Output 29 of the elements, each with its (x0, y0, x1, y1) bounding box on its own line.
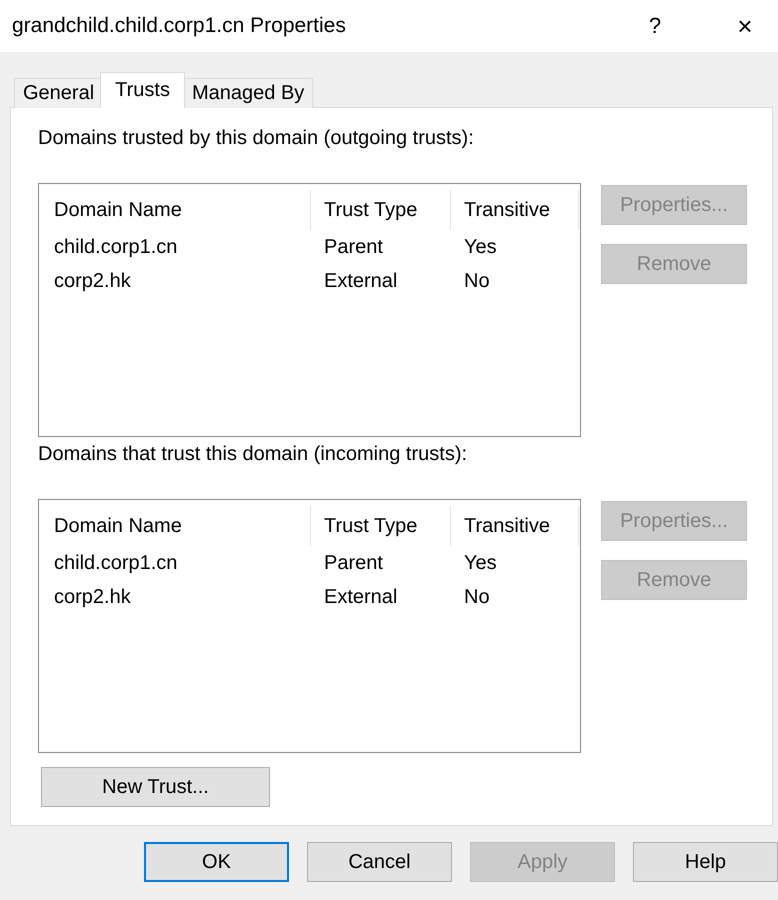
table-cell: External (324, 586, 398, 608)
table-cell: External (324, 270, 398, 292)
dialog-button[interactable]: Cancel (307, 842, 452, 882)
column-header[interactable]: Domain Name (39, 506, 311, 546)
column-header[interactable]: Trust Type (311, 506, 451, 546)
section-label: Domains that trust this domain (incoming trusts): (38, 442, 468, 466)
table-cell: Parent (324, 236, 383, 258)
table-cell: corp2.hk (54, 270, 131, 292)
column-header[interactable]: Domain Name (39, 190, 311, 230)
table-cell: Yes (464, 552, 497, 574)
tab[interactable]: Trusts (100, 72, 185, 108)
table-cell: Yes (464, 236, 497, 258)
column-header[interactable]: Trust Type (311, 190, 451, 230)
section-label: Domains trusted by this domain (outgoing trusts): (38, 126, 475, 150)
window-title: grandchild.child.corp1.cn Properties (12, 14, 347, 38)
tab[interactable]: Managed By (182, 78, 314, 108)
table-cell: corp2.hk (54, 586, 131, 608)
table-cell: child.corp1.cn (54, 236, 178, 258)
dialog-button[interactable]: Help (633, 842, 778, 882)
column-header[interactable]: Transitive (451, 190, 579, 230)
table-cell: Parent (324, 552, 383, 574)
table-cell: child.corp1.cn (54, 552, 178, 574)
close-button[interactable]: × (712, 3, 778, 49)
table-cell: No (464, 270, 490, 292)
dialog-button[interactable]: OK (144, 842, 289, 882)
column-header[interactable]: Transitive (451, 506, 579, 546)
new-trust-button[interactable]: New Trust... (41, 767, 270, 807)
help-button[interactable]: ? (622, 3, 688, 49)
table-cell: No (464, 586, 490, 608)
